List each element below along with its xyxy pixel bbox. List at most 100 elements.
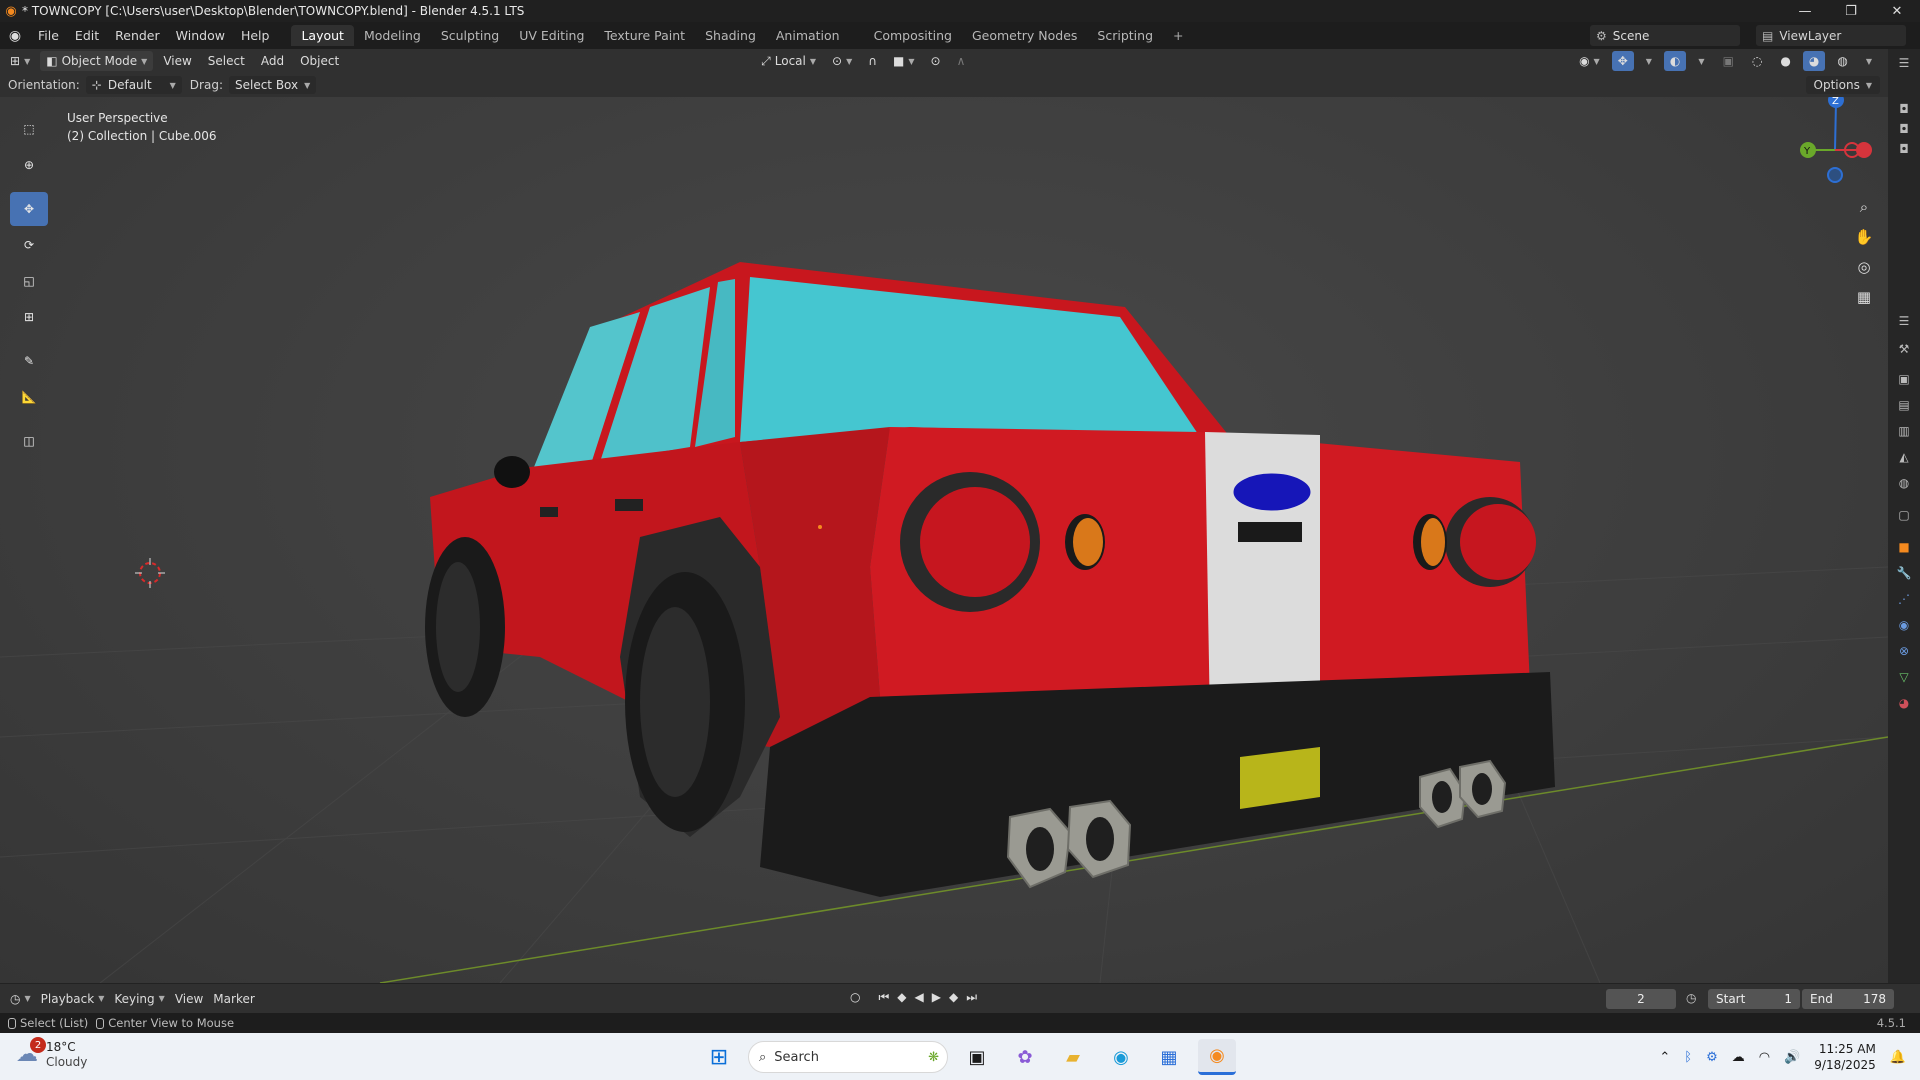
bluetooth-icon[interactable]: ᛒ xyxy=(1684,1050,1692,1065)
3d-viewport[interactable]: Z Y User Perspective (2) Collection | Cu… xyxy=(0,97,1888,983)
menu-render[interactable]: Render xyxy=(107,28,168,43)
start-frame-field[interactable]: Start 1 xyxy=(1708,989,1800,1009)
clock[interactable]: 11:25 AM 9/18/2025 xyxy=(1814,1041,1876,1073)
tool-rotate[interactable]: ⟳ xyxy=(10,228,48,262)
edge-button[interactable]: ◉ xyxy=(1102,1039,1140,1075)
3d-cursor-icon[interactable] xyxy=(135,558,165,588)
orientation-dropdown[interactable]: ⊹ Default ▼ xyxy=(85,76,182,94)
transform-orientation-dropdown[interactable]: ⤢ Local ▼ xyxy=(755,51,822,71)
menu-edit[interactable]: Edit xyxy=(67,28,107,43)
minimize-button[interactable]: — xyxy=(1782,0,1828,22)
menu-object[interactable]: Object xyxy=(294,51,345,71)
tab-scripting[interactable]: Scripting xyxy=(1087,25,1163,46)
blender-menu-icon[interactable]: ◉ xyxy=(0,28,30,44)
tray-overflow-icon[interactable]: ⌃ xyxy=(1659,1050,1670,1065)
tool-move[interactable]: ✥ xyxy=(10,192,48,226)
tool-transform[interactable]: ⊞ xyxy=(10,300,48,334)
constraints-properties-icon[interactable]: ⊗ xyxy=(1894,641,1914,661)
close-button[interactable]: ✕ xyxy=(1874,0,1920,22)
output-properties-icon[interactable]: ▤ xyxy=(1894,395,1914,415)
tool-annotate[interactable]: ✎ xyxy=(10,344,48,378)
object-properties-icon[interactable]: ■ xyxy=(1894,537,1914,557)
options-dropdown[interactable]: Options ▼ xyxy=(1805,76,1880,94)
preview-range-icon[interactable]: ◷ xyxy=(1686,991,1696,1005)
tool-scale[interactable]: ◱ xyxy=(10,264,48,298)
add-workspace-button[interactable]: + xyxy=(1163,25,1193,46)
gizmo-dropdown[interactable]: ▼ xyxy=(1640,51,1658,71)
camera-render-icon[interactable]: ◘ xyxy=(1894,99,1914,119)
shading-options-dropdown[interactable]: ▼ xyxy=(1860,51,1878,71)
shading-material-button[interactable]: ◕ xyxy=(1802,51,1826,71)
camera-render-icon-3[interactable]: ◘ xyxy=(1894,139,1914,159)
taskbar-search[interactable]: ⌕ Search ❋ xyxy=(748,1041,948,1073)
ortho-toggle-button[interactable]: ▦ xyxy=(1850,283,1878,311)
pivot-point-button[interactable]: ⊙ ▼ xyxy=(826,51,858,71)
auto-key-icon[interactable]: ○ xyxy=(850,990,860,1005)
view-layer-properties-icon[interactable]: ▥ xyxy=(1894,421,1914,441)
falloff-button[interactable]: ∧ xyxy=(951,51,972,71)
volume-icon[interactable]: 🔊 xyxy=(1784,1050,1800,1065)
zoom-view-button[interactable]: ⌕ xyxy=(1850,193,1878,221)
snap-toggle[interactable]: ∩ xyxy=(862,51,883,71)
start-button[interactable]: ⊞ xyxy=(700,1039,738,1075)
menu-select[interactable]: Select xyxy=(202,51,251,71)
visibility-button[interactable]: ◉ ▼ xyxy=(1573,51,1606,71)
physics-properties-icon[interactable]: ◉ xyxy=(1894,615,1914,635)
mode-dropdown[interactable]: ◧ Object Mode ▼ xyxy=(40,51,154,71)
data-properties-icon[interactable]: ▽ xyxy=(1894,667,1914,687)
file-explorer-button[interactable]: ▰ xyxy=(1054,1039,1092,1075)
play-icon[interactable]: ▶ xyxy=(932,990,941,1005)
tool-properties-icon[interactable]: ⚒ xyxy=(1894,339,1914,359)
render-properties-icon[interactable]: ▣ xyxy=(1894,369,1914,389)
xray-toggle[interactable]: ▣ xyxy=(1717,51,1740,71)
menu-playback[interactable]: Playback ▼ xyxy=(41,992,105,1006)
tray-app-icon[interactable]: ⚙ xyxy=(1706,1050,1718,1065)
end-frame-field[interactable]: End 178 xyxy=(1802,989,1894,1009)
play-reverse-icon[interactable]: ◀ xyxy=(915,990,924,1005)
tab-modeling[interactable]: Modeling xyxy=(354,25,431,46)
onedrive-icon[interactable]: ☁ xyxy=(1732,1050,1745,1065)
snap-target-button[interactable]: ■ ▼ xyxy=(887,51,921,71)
task-view-button[interactable]: ▣ xyxy=(958,1039,996,1075)
tab-sculpting[interactable]: Sculpting xyxy=(431,25,509,46)
menu-view[interactable]: View xyxy=(157,51,197,71)
maximize-button[interactable]: ❐ xyxy=(1828,0,1874,22)
scene-selector[interactable]: ⚙ Scene xyxy=(1590,25,1740,46)
tool-measure[interactable]: 📐 xyxy=(10,380,48,414)
store-button[interactable]: ▦ xyxy=(1150,1039,1188,1075)
copilot-button[interactable]: ✿ xyxy=(1006,1039,1044,1075)
menu-timeline-view[interactable]: View xyxy=(175,992,203,1006)
weather-widget[interactable]: ☁ 2 18°C Cloudy xyxy=(16,1037,87,1069)
tab-animation[interactable]: Animation xyxy=(766,25,850,46)
notifications-icon[interactable]: 🔔 xyxy=(1890,1050,1906,1065)
camera-view-button[interactable]: ◎ xyxy=(1850,253,1878,281)
gizmo-toggle[interactable]: ✥ xyxy=(1611,51,1634,71)
pan-view-button[interactable]: ✋ xyxy=(1850,223,1878,251)
camera-render-icon-2[interactable]: ◘ xyxy=(1894,119,1914,139)
collection-properties-icon[interactable]: ▢ xyxy=(1894,505,1914,525)
shading-rendered-button[interactable]: ◍ xyxy=(1831,51,1853,71)
tab-geometry-nodes[interactable]: Geometry Nodes xyxy=(962,25,1087,46)
modifier-properties-icon[interactable]: 🔧 xyxy=(1894,563,1914,583)
tab-compositing[interactable]: Compositing xyxy=(864,25,962,46)
view-layer-selector[interactable]: ▤ ViewLayer xyxy=(1756,25,1906,46)
editor-type-button[interactable]: ⊞ ▼ xyxy=(4,51,36,71)
shading-solid-button[interactable]: ● xyxy=(1774,51,1796,71)
outliner-toggle-icon[interactable]: ☰ xyxy=(1894,53,1914,73)
blender-taskbar-button[interactable]: ◉ xyxy=(1198,1039,1236,1075)
tool-cursor[interactable]: ⊕ xyxy=(10,148,48,182)
tab-texture-paint[interactable]: Texture Paint xyxy=(594,25,695,46)
jump-key-forward-icon[interactable]: ◆ xyxy=(949,990,958,1005)
menu-keying[interactable]: Keying ▼ xyxy=(114,992,164,1006)
particles-properties-icon[interactable]: ⋰ xyxy=(1894,589,1914,609)
scene-properties-icon[interactable]: ◭ xyxy=(1894,447,1914,467)
menu-marker[interactable]: Marker xyxy=(213,992,254,1006)
tab-layout[interactable]: Layout xyxy=(291,25,354,46)
menu-window[interactable]: Window xyxy=(168,28,233,43)
jump-start-icon[interactable]: ⏮ xyxy=(878,990,889,1005)
navigation-gizmo[interactable] xyxy=(1800,97,1872,183)
tool-select-box[interactable]: ⬚ xyxy=(10,112,48,146)
overlay-dropdown[interactable]: ▼ xyxy=(1692,51,1710,71)
current-frame-field[interactable]: 2 xyxy=(1606,989,1676,1009)
menu-file[interactable]: File xyxy=(30,28,67,43)
